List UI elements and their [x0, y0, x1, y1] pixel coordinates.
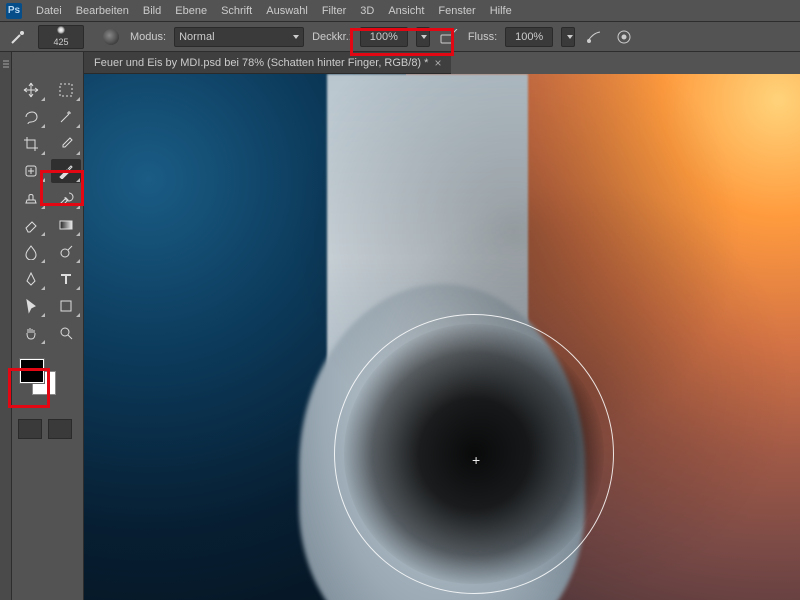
brush-panel-toggle[interactable] — [100, 26, 122, 48]
menu-3d[interactable]: 3D — [360, 5, 374, 17]
pressure-size-toggle[interactable] — [613, 26, 635, 48]
close-icon[interactable]: × — [434, 56, 441, 70]
brush-icon — [10, 29, 26, 45]
tool-eraser[interactable] — [16, 213, 46, 237]
tool-healing[interactable] — [16, 159, 46, 183]
tool-path-select[interactable] — [16, 294, 46, 318]
tool-marquee[interactable] — [51, 78, 81, 102]
opacity-label: Deckkr.: — [312, 31, 352, 43]
opacity-dropdown[interactable] — [416, 27, 430, 47]
airbrush-toggle[interactable] — [583, 26, 605, 48]
tool-shape[interactable] — [51, 294, 81, 318]
blend-mode-dropdown[interactable]: Normal — [174, 27, 304, 47]
menu-file[interactable]: Datei — [36, 5, 62, 17]
color-swatches — [20, 359, 60, 399]
app-logo: Ps — [6, 3, 22, 19]
document-title: Feuer und Eis by MDI.psd bei 78% (Schatt… — [94, 57, 428, 69]
document-tab[interactable]: Feuer und Eis by MDI.psd bei 78% (Schatt… — [84, 52, 451, 74]
tool-crop[interactable] — [16, 132, 46, 156]
screenmode-toggle[interactable] — [48, 419, 72, 439]
tool-blur[interactable] — [16, 240, 46, 264]
tablet-pressure-icon — [440, 29, 458, 45]
flow-value: 100% — [515, 31, 543, 43]
tool-gradient[interactable] — [51, 213, 81, 237]
tool-dodge[interactable] — [51, 240, 81, 264]
toolbox — [12, 52, 84, 600]
brush-cursor-crosshair: + — [472, 452, 480, 468]
menu-window[interactable]: Fenster — [438, 5, 475, 17]
options-bar: 425 Modus: Normal Deckkr.: 100% Fluss: 1… — [0, 22, 800, 52]
airbrush-icon — [585, 29, 603, 45]
tool-zoom[interactable] — [51, 321, 81, 345]
tablet-size-icon — [615, 29, 633, 45]
tool-history-brush[interactable] — [51, 186, 81, 210]
tool-brush[interactable] — [51, 159, 81, 183]
swirl-icon — [103, 29, 119, 45]
tool-type[interactable] — [51, 267, 81, 291]
tool-magic-wand[interactable] — [51, 105, 81, 129]
flow-label: Fluss: — [468, 31, 497, 43]
tool-preset-picker[interactable] — [8, 26, 30, 48]
menu-type[interactable]: Schrift — [221, 5, 252, 17]
brush-preview-icon — [57, 26, 65, 34]
opacity-field[interactable]: 100% — [360, 27, 408, 47]
tool-move[interactable] — [16, 78, 46, 102]
menu-select[interactable]: Auswahl — [266, 5, 308, 17]
menu-edit[interactable]: Bearbeiten — [76, 5, 129, 17]
menu-filter[interactable]: Filter — [322, 5, 346, 17]
tool-clone-stamp[interactable] — [16, 186, 46, 210]
foreground-color-swatch[interactable] — [20, 359, 44, 383]
tool-hand[interactable] — [16, 321, 46, 345]
flow-field[interactable]: 100% — [505, 27, 553, 47]
tool-eyedropper[interactable] — [51, 132, 81, 156]
menu-bar: Ps Datei Bearbeiten Bild Ebene Schrift A… — [0, 0, 800, 22]
menu-image[interactable]: Bild — [143, 5, 161, 17]
menu-view[interactable]: Ansicht — [388, 5, 424, 17]
dock-strip — [0, 52, 12, 600]
brush-size-value: 425 — [53, 38, 68, 47]
mode-label: Modus: — [130, 31, 166, 43]
tool-lasso[interactable] — [16, 105, 46, 129]
flow-dropdown[interactable] — [561, 27, 575, 47]
menu-layer[interactable]: Ebene — [175, 5, 207, 17]
menu-help[interactable]: Hilfe — [490, 5, 512, 17]
opacity-value: 100% — [370, 31, 398, 43]
brush-preset-picker[interactable]: 425 — [38, 25, 84, 49]
tool-pen[interactable] — [16, 267, 46, 291]
quickmask-toggle[interactable] — [18, 419, 42, 439]
blend-mode-value: Normal — [179, 31, 214, 43]
canvas[interactable]: + — [84, 74, 800, 600]
pressure-opacity-toggle[interactable] — [438, 26, 460, 48]
